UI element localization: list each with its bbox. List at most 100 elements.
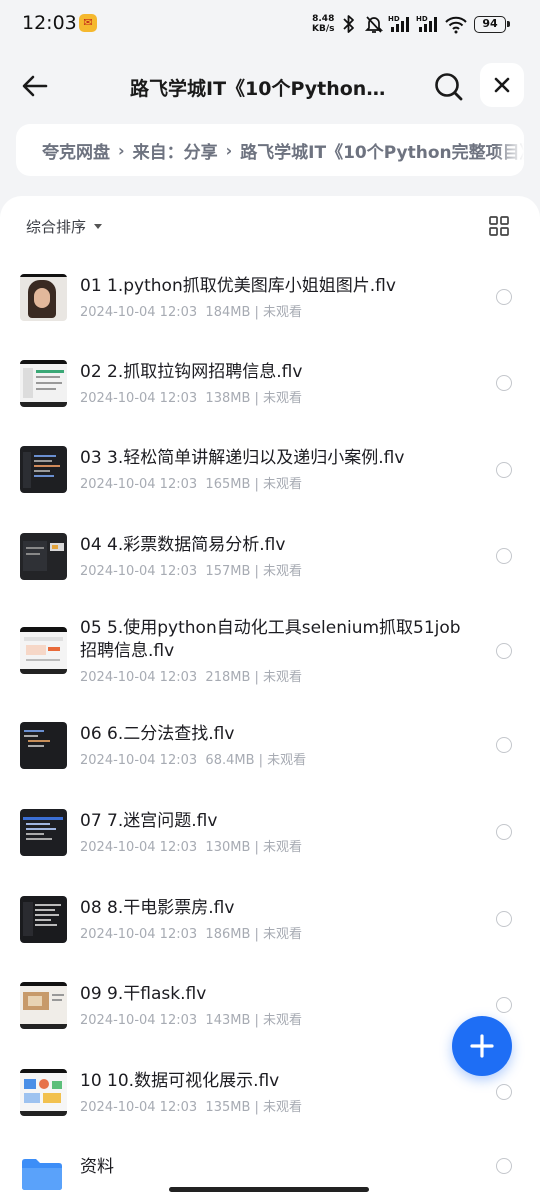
- net-speed-value: 8.48: [312, 14, 335, 24]
- file-name: 05 5.使用python自动化工具selenium抓取51job招聘信息.fl…: [80, 617, 461, 661]
- file-info: 2024-10-04 12:03 135MB | 未观看: [80, 1099, 303, 1115]
- status-bar: 12:03 ✉ 8.48 KB/s HD HD 94: [0, 0, 540, 50]
- breadcrumb-item-share[interactable]: 来自：分享: [133, 138, 218, 163]
- file-date: 2024-10-04 12:03: [80, 752, 198, 768]
- file-size: 157MB: [205, 563, 251, 579]
- select-radio[interactable]: [496, 911, 512, 927]
- list-item[interactable]: 06 6.二分法查找.flv 2024-10-04 12:03 68.4MB |…: [0, 702, 540, 788]
- file-size: 138MB: [205, 390, 251, 406]
- file-date: 2024-10-04 12:03: [80, 304, 198, 320]
- list-item[interactable]: 05 5.使用python自动化工具selenium抓取51job招聘信息.fl…: [0, 599, 540, 702]
- top-app-bar: 路飞学城IT《10个Python完整项目》: [0, 58, 540, 114]
- file-size: 186MB: [205, 926, 251, 942]
- video-thumbnail: [20, 359, 67, 407]
- list-item[interactable]: 02 2.抓取拉钩网招聘信息.flv 2024-10-04 12:03 138M…: [0, 340, 540, 426]
- video-thumbnail: [20, 895, 67, 943]
- file-size: 135MB: [205, 1099, 251, 1115]
- home-indicator[interactable]: [169, 1187, 369, 1192]
- file-size: 184MB: [205, 304, 251, 320]
- file-name: 01 1.python抓取优美图库小姐姐图片.flv: [80, 275, 396, 296]
- file-size: 165MB: [205, 477, 251, 492]
- video-thumbnail: [20, 981, 67, 1029]
- list-item[interactable]: 08 8.干电影票房.flv 2024-10-04 12:03 186MB | …: [0, 876, 540, 962]
- app-badge-icon: ✉: [79, 14, 97, 32]
- close-button[interactable]: [480, 63, 524, 107]
- mute-icon: [364, 16, 384, 33]
- file-meta: 03 3.轻松简单讲解递归以及递归小案例.flv 2024-10-04 12:0…: [80, 447, 475, 492]
- file-info: 2024-10-04 12:03 157MB | 未观看: [80, 563, 303, 579]
- watch-status: 未观看: [267, 752, 307, 768]
- select-radio[interactable]: [496, 642, 512, 659]
- add-button[interactable]: [452, 1016, 512, 1076]
- watch-status: 未观看: [263, 563, 303, 579]
- file-date: 2024-10-04 12:03: [80, 1099, 198, 1115]
- search-button[interactable]: [430, 68, 468, 106]
- file-meta: 02 2.抓取拉钩网招聘信息.flv 2024-10-04 12:03 138M…: [80, 361, 475, 406]
- file-meta: 08 8.干电影票房.flv 2024-10-04 12:03 186MB | …: [80, 897, 475, 942]
- grid-view-icon: [489, 216, 509, 236]
- sort-dropdown[interactable]: 综合排序: [26, 216, 103, 237]
- select-radio[interactable]: [496, 737, 512, 753]
- select-radio[interactable]: [496, 461, 512, 478]
- select-radio[interactable]: [496, 548, 512, 564]
- file-date: 2024-10-04 12:03: [80, 563, 198, 579]
- file-name: 02 2.抓取拉钩网招聘信息.flv: [80, 361, 303, 382]
- chevron-right-icon: ›: [118, 140, 125, 160]
- breadcrumb: 夸克网盘 › 来自：分享 › 路飞学城IT《10个Python完整项目》: [16, 124, 524, 176]
- file-name: 06 6.二分法查找.flv: [80, 723, 235, 744]
- watch-status: 未观看: [263, 390, 303, 406]
- file-date: 2024-10-04 12:03: [80, 1012, 198, 1028]
- list-item[interactable]: 03 3.轻松简单讲解递归以及递归小案例.flv 2024-10-04 12:0…: [0, 426, 540, 513]
- folder-icon: [20, 1156, 64, 1190]
- file-name: 07 7.迷宫问题.flv: [80, 810, 218, 831]
- file-size: 143MB: [205, 1012, 251, 1028]
- file-size: 218MB: [205, 669, 251, 685]
- select-radio[interactable]: [496, 824, 512, 840]
- breadcrumb-item-current[interactable]: 路飞学城IT《10个Python完整项目》: [240, 138, 524, 163]
- video-thumbnail: [20, 532, 67, 580]
- file-info: 2024-10-04 12:03 68.4MB | 未观看: [80, 752, 307, 768]
- folder-name: 资料: [80, 1157, 114, 1177]
- status-time: 12:03: [22, 12, 77, 34]
- select-radio[interactable]: [496, 997, 512, 1013]
- file-info: 2024-10-04 12:03 143MB | 未观看: [80, 1012, 303, 1028]
- file-info: 2024-10-04 12:03 130MB | 未观看: [80, 839, 303, 855]
- chevron-right-icon: ›: [225, 140, 233, 160]
- view-toggle-button[interactable]: [489, 216, 509, 236]
- list-item[interactable]: 01 1.python抓取优美图库小姐姐图片.flv 2024-10-04 12…: [0, 254, 540, 340]
- back-arrow-icon: [22, 75, 48, 97]
- file-info: 2024-10-04 12:03 138MB | 未观看: [80, 390, 303, 406]
- watch-status: 未观看: [263, 1099, 303, 1115]
- watch-status: 未观看: [263, 839, 303, 855]
- video-thumbnail: [20, 1068, 67, 1116]
- select-radio[interactable]: [496, 1084, 512, 1100]
- folder-meta: 资料: [80, 1156, 475, 1179]
- file-name: 08 8.干电影票房.flv: [80, 897, 235, 918]
- signal-hd-icon: HD: [388, 15, 409, 32]
- back-button[interactable]: [18, 68, 54, 104]
- svg-text:HD: HD: [416, 15, 428, 23]
- wifi-icon: [445, 16, 467, 34]
- net-speed: 8.48 KB/s: [312, 14, 334, 34]
- file-meta: 01 1.python抓取优美图库小姐姐图片.flv 2024-10-04 12…: [80, 275, 475, 320]
- list-item[interactable]: 04 4.彩票数据简易分析.flv 2024-10-04 12:03 157MB…: [0, 513, 540, 599]
- file-meta: 09 9.干flask.flv 2024-10-04 12:03 143MB |…: [80, 983, 475, 1028]
- select-radio[interactable]: [496, 1158, 512, 1174]
- file-name: 03 3.轻松简单讲解递归以及递归小案例.flv: [80, 448, 405, 468]
- breadcrumb-item-root[interactable]: 夸克网盘: [42, 138, 110, 163]
- list-item[interactable]: 07 7.迷宫问题.flv 2024-10-04 12:03 130MB | 未…: [0, 788, 540, 876]
- svg-text:HD: HD: [388, 15, 400, 23]
- file-name: 09 9.干flask.flv: [80, 983, 207, 1004]
- close-icon: [494, 77, 510, 93]
- caret-down-icon: [94, 224, 103, 229]
- select-radio[interactable]: [496, 289, 512, 305]
- battery-icon: 94: [474, 16, 510, 33]
- file-info: 2024-10-04 12:03 218MB | 未观看: [80, 669, 303, 685]
- file-meta: 05 5.使用python自动化工具selenium抓取51job招聘信息.fl…: [80, 617, 475, 685]
- plus-icon: [470, 1034, 494, 1058]
- file-name: 04 4.彩票数据简易分析.flv: [80, 534, 286, 555]
- select-radio[interactable]: [496, 375, 512, 391]
- breadcrumb-fade: [494, 124, 524, 176]
- sort-label: 综合排序: [26, 218, 87, 236]
- file-meta: 10 10.数据可视化展示.flv 2024-10-04 12:03 135MB…: [80, 1070, 475, 1115]
